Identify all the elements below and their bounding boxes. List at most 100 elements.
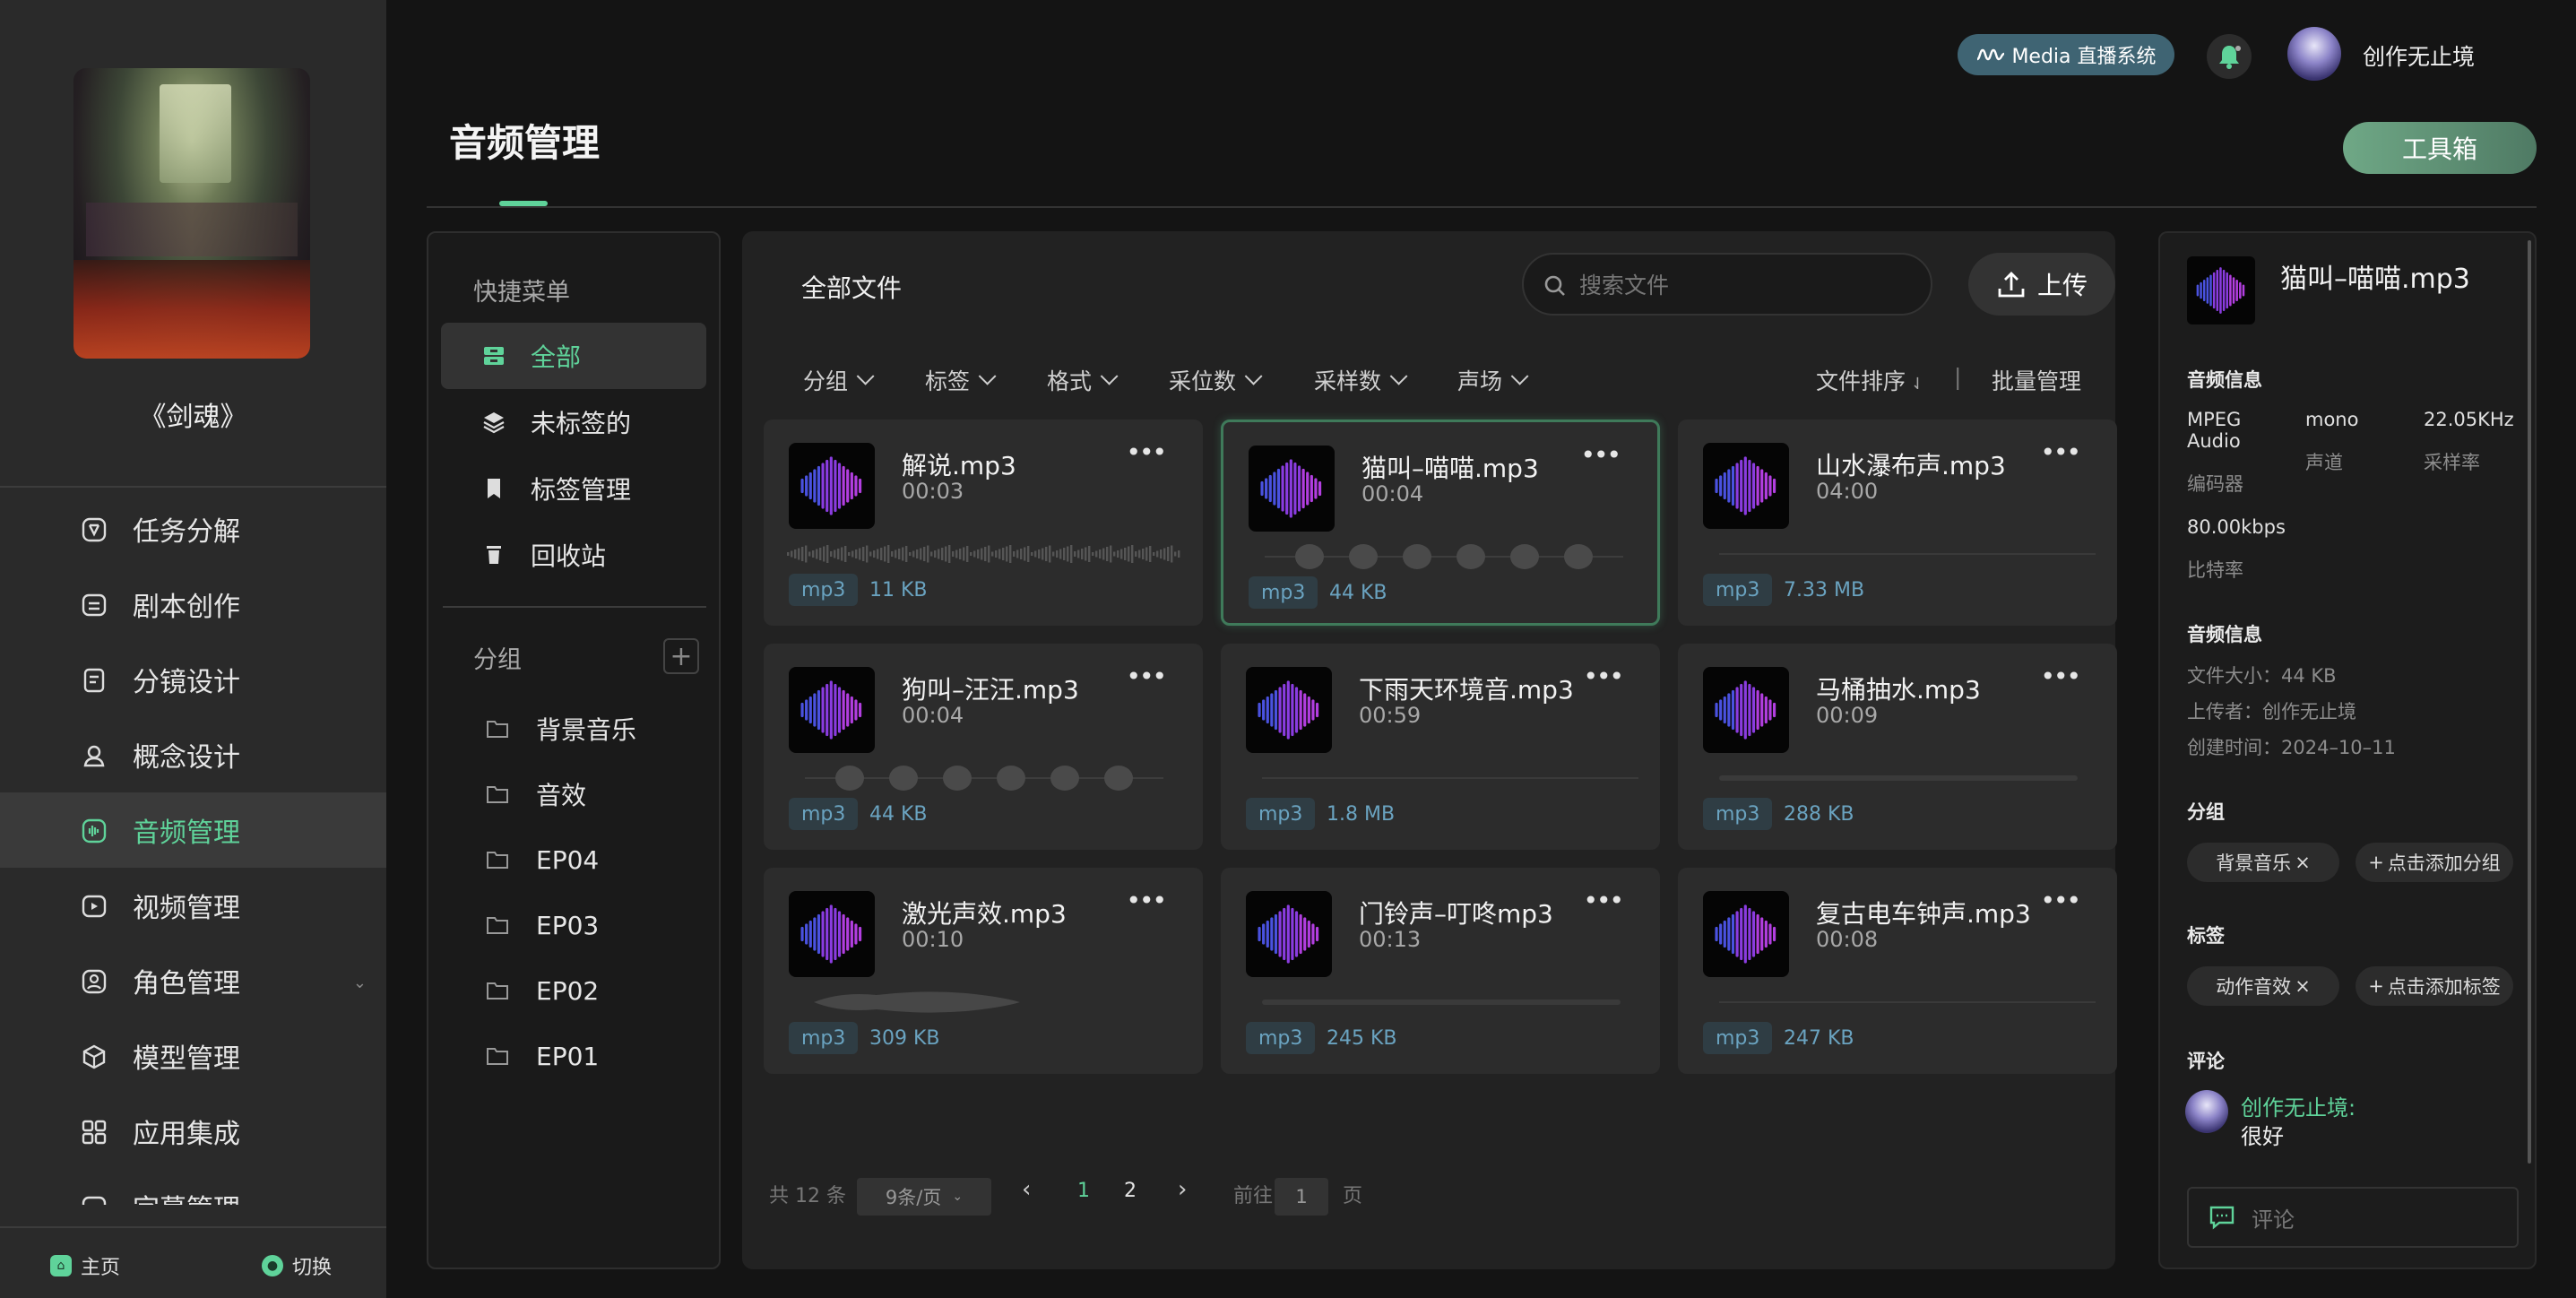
audio-info-title: 音频信息: [2187, 369, 2262, 391]
sidebar-item-storyboard[interactable]: 分镜设计: [0, 642, 386, 717]
group-item[interactable]: EP01: [441, 1025, 706, 1087]
add-group-button[interactable]: +: [663, 638, 699, 674]
media-logo-icon: [1976, 48, 2005, 61]
notification-button[interactable]: [2207, 34, 2252, 79]
goto-page-input[interactable]: 1: [1275, 1178, 1328, 1216]
size-tag: 44 KB: [869, 802, 928, 826]
tag-chip[interactable]: 动作音效 ×: [2187, 966, 2339, 1006]
file-name: 复古电车钟声.mp3: [1816, 899, 2031, 929]
switch-label: 切换: [292, 1257, 333, 1279]
close-icon[interactable]: ×: [2295, 852, 2311, 873]
project-cover-image[interactable]: [73, 68, 310, 359]
group-item[interactable]: EP02: [441, 959, 706, 1022]
file-card[interactable]: 马桶抽水.mp3 00:09 ••• mp3 288 KB: [1678, 644, 2117, 850]
filter-format[interactable]: 格式: [1047, 364, 1119, 396]
group-chip[interactable]: 背景音乐 ×: [2187, 843, 2339, 882]
subtitle-icon: [82, 1196, 107, 1205]
file-duration: 00:03: [902, 479, 964, 504]
file-card[interactable]: 解说.mp3 00:03 ••• mp3 11 KB: [764, 420, 1203, 626]
quick-menu-item-tag-manage[interactable]: 标签管理: [441, 455, 706, 522]
more-options-icon[interactable]: •••: [2040, 437, 2081, 467]
file-card[interactable]: 门铃声–叮咚mp3 00:13 ••• mp3 245 KB: [1221, 868, 1660, 1074]
more-options-icon[interactable]: •••: [2040, 662, 2081, 691]
plus-icon: +: [2368, 852, 2384, 873]
file-detail-panel: 猫叫–喵喵.mp3 音频信息 MPEG Audio 编码器 mono 声道 22…: [2158, 231, 2537, 1269]
group-item[interactable]: 背景音乐: [441, 697, 706, 760]
size-tag: 309 KB: [869, 1026, 940, 1050]
filter-label: 声场: [1457, 368, 1503, 394]
sort-button[interactable]: 文件排序 ⇃: [1816, 364, 1924, 396]
group-item[interactable]: EP03: [441, 894, 706, 956]
next-page-button[interactable]: ›: [1178, 1176, 1187, 1203]
comment-input[interactable]: 评论: [2187, 1187, 2519, 1248]
user-avatar[interactable]: [2287, 27, 2341, 81]
quick-menu-panel: 快捷菜单 全部 未标签的 标签管理 回收站 分组 + 背景音乐 音效 EP04 …: [427, 231, 721, 1269]
file-card[interactable]: 狗叫–汪汪.mp3 00:04 ••• mp3 44 KB: [764, 644, 1203, 850]
home-button[interactable]: ⌂ 主页: [50, 1251, 120, 1280]
file-duration: 04:00: [1816, 479, 1879, 504]
sidebar-item-subtitle[interactable]: 字幕管理: [0, 1169, 386, 1205]
page-2-button[interactable]: 2: [1124, 1180, 1137, 1202]
group-item-label: 音效: [536, 781, 587, 810]
group-item[interactable]: 音效: [441, 763, 706, 826]
filter-channels[interactable]: 声场: [1457, 364, 1529, 396]
filter-tag[interactable]: 标签: [925, 364, 997, 396]
toolbox-button[interactable]: 工具箱: [2343, 122, 2537, 174]
username[interactable]: 创作无止境: [2363, 39, 2475, 72]
quick-menu-item-untagged[interactable]: 未标签的: [441, 389, 706, 455]
more-options-icon[interactable]: •••: [2040, 886, 2081, 915]
add-group-label: 点击添加分组: [2387, 852, 2501, 874]
sidebar-item-audio[interactable]: 音频管理: [0, 792, 386, 868]
quick-menu-divider: [443, 606, 706, 608]
audio-waveform-icon: [1246, 891, 1332, 977]
search-input[interactable]: 搜索文件: [1522, 253, 1932, 316]
sidebar-item-label: 概念设计: [133, 742, 240, 774]
quick-menu-item-all[interactable]: 全部: [441, 323, 706, 389]
sidebar-item-character[interactable]: 角色管理 ⌄: [0, 943, 386, 1018]
add-tag-chip[interactable]: + 点击添加标签: [2356, 966, 2513, 1006]
switch-button[interactable]: ● 切换: [262, 1251, 332, 1280]
prev-page-button[interactable]: ‹: [1022, 1176, 1031, 1203]
add-group-chip[interactable]: + 点击添加分组: [2356, 843, 2513, 882]
file-card[interactable]: 猫叫–喵喵.mp3 00:04 ••• mp3 44 KB: [1221, 420, 1660, 626]
sidebar-item-video[interactable]: 视频管理: [0, 868, 386, 943]
media-live-badge[interactable]: Media 直播系统: [1958, 34, 2174, 75]
more-options-icon[interactable]: •••: [1580, 440, 1621, 470]
upload-button[interactable]: 上传: [1968, 253, 2115, 316]
more-options-icon[interactable]: •••: [1583, 662, 1624, 691]
filter-label: 分组: [803, 368, 849, 394]
page-size-select[interactable]: 9条/页 ⌄: [857, 1178, 991, 1216]
folder-icon: [487, 1048, 508, 1065]
more-options-icon[interactable]: •••: [1126, 886, 1167, 915]
close-icon[interactable]: ×: [2295, 975, 2311, 997]
file-card[interactable]: 激光声效.mp3 00:10 ••• mp3 309 KB: [764, 868, 1203, 1074]
file-card[interactable]: 复古电车钟声.mp3 00:08 ••• mp3 247 KB: [1678, 868, 2117, 1074]
more-options-icon[interactable]: •••: [1126, 437, 1167, 467]
detail-scrollbar[interactable]: [2528, 240, 2531, 1164]
waveform-preview: [1262, 999, 1621, 1005]
more-options-icon[interactable]: •••: [1583, 886, 1624, 915]
file-card[interactable]: 下雨天环境音.mp3 00:59 ••• mp3 1.8 MB: [1221, 644, 1660, 850]
add-tag-label: 点击添加标签: [2387, 976, 2501, 998]
sidebar-item-concept[interactable]: 概念设计: [0, 717, 386, 792]
filter-samplerate[interactable]: 采样数: [1314, 364, 1408, 396]
more-options-icon[interactable]: •••: [1126, 662, 1167, 691]
sidebar-item-script[interactable]: 剧本创作: [0, 567, 386, 642]
filter-group[interactable]: 分组: [803, 364, 875, 396]
group-item[interactable]: EP04: [441, 828, 706, 891]
audio-waveform-icon: [789, 891, 875, 977]
quick-menu-item-trash[interactable]: 回收站: [441, 522, 706, 588]
batch-manage-button[interactable]: 批量管理: [1992, 364, 2081, 396]
sidebar-item-label: 分镜设计: [133, 667, 240, 698]
file-duration: 00:04: [1361, 481, 1424, 506]
file-size: 文件大小：44 KB: [2187, 665, 2337, 687]
chevron-down-icon[interactable]: ⌄: [353, 974, 367, 992]
filter-bitdepth[interactable]: 采位数: [1169, 364, 1263, 396]
sidebar-item-task[interactable]: 任务分解: [0, 491, 386, 567]
page-1-button[interactable]: 1: [1077, 1180, 1090, 1202]
sidebar-item-model[interactable]: 模型管理: [0, 1018, 386, 1094]
file-card[interactable]: 山水瀑布声.mp3 04:00 ••• mp3 7.33 MB: [1678, 420, 2117, 626]
sidebar-item-apps[interactable]: 应用集成: [0, 1094, 386, 1169]
waveform-preview: [805, 766, 1163, 791]
sidebar-item-label: 字幕管理: [133, 1187, 240, 1205]
